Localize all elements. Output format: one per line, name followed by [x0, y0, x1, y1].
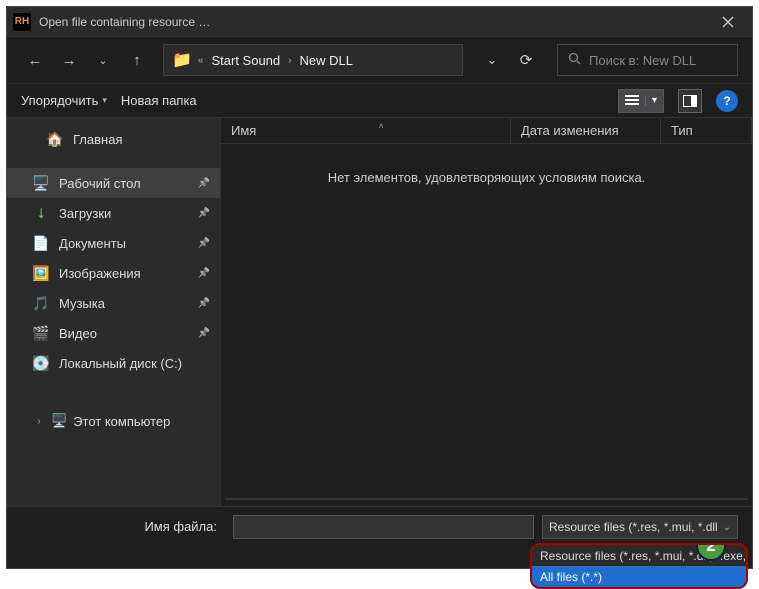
home-icon: 🏠 [47, 131, 63, 148]
sidebar-item-documents[interactable]: 📄 Документы [7, 228, 220, 258]
sidebar-item-videos[interactable]: 🎬 Видео [7, 318, 220, 348]
divider [225, 498, 748, 500]
toolbar: Упорядочить▾ Новая папка ▾ ? [7, 83, 752, 117]
forward-button[interactable]: → [55, 46, 83, 74]
close-button[interactable] [708, 8, 748, 36]
file-open-dialog: RH Open file containing resource … ← → ⌄… [6, 6, 753, 569]
search-placeholder: Поиск в: New DLL [589, 53, 696, 68]
sidebar-item-label: Документы [59, 236, 126, 251]
column-header-name[interactable]: Имя ˄ [221, 118, 511, 143]
recent-locations-button[interactable]: ⌄ [89, 46, 117, 74]
organize-button[interactable]: Упорядочить▾ [21, 93, 107, 108]
sidebar-item-label: Рабочий стол [59, 176, 141, 191]
filetype-combobox[interactable]: Resource files (*.res, *.mui, *.dll ⌄ [542, 515, 738, 539]
sidebar-item-label: Главная [73, 132, 122, 147]
chevron-down-icon: ⌄ [723, 522, 731, 533]
sidebar-item-label: Видео [59, 326, 97, 341]
sidebar-item-label: Локальный диск (C:) [59, 356, 182, 371]
sort-caret-icon: ˄ [379, 121, 384, 131]
sidebar-item-desktop[interactable]: 🖥️ Рабочий стол [7, 168, 220, 198]
filename-input[interactable] [233, 515, 534, 539]
desktop-icon: 🖥️ [33, 175, 49, 192]
chevron-right-icon: › [288, 55, 291, 66]
music-icon: 🎵 [33, 295, 49, 312]
sidebar-item-downloads[interactable]: ⭣ Загрузки [7, 198, 220, 228]
address-dropdown-button[interactable]: ⌄ [479, 44, 505, 76]
pin-icon [198, 237, 210, 249]
preview-pane-button[interactable] [678, 89, 702, 113]
back-button[interactable]: ← [21, 46, 49, 74]
pin-icon [198, 177, 210, 189]
app-icon: RH [13, 13, 31, 31]
sidebar: 🏠 Главная 🖥️ Рабочий стол ⭣ Загрузки 📄 Д… [7, 118, 221, 506]
sidebar-item-home[interactable]: 🏠 Главная [7, 124, 220, 154]
chevron-down-icon: ▾ [645, 95, 663, 106]
address-bar[interactable]: 📁 « Start Sound › New DLL [163, 44, 463, 76]
search-input[interactable]: Поиск в: New DLL [557, 44, 738, 76]
filename-label: Имя файла: [21, 515, 225, 539]
pictures-icon: 🖼️ [33, 265, 49, 282]
download-icon: ⭣ [33, 205, 49, 222]
file-list-area: Имя ˄ Дата изменения Тип Нет элементов, … [221, 118, 752, 506]
pin-icon [198, 327, 210, 339]
refresh-button[interactable]: ⟳ [513, 44, 539, 76]
new-folder-button[interactable]: Новая папка [121, 93, 197, 108]
drive-icon: 💽 [33, 355, 49, 372]
filetype-dropdown: 2 Resource files (*.res, *.mui, *.dll, *… [530, 543, 748, 589]
footer: Имя файла: Resource files (*.res, *.mui,… [7, 506, 752, 568]
chevron-right-icon: › [33, 416, 45, 427]
sidebar-item-label: Музыка [59, 296, 105, 311]
computer-icon: 🖥️ [51, 413, 67, 429]
sidebar-item-music[interactable]: 🎵 Музыка [7, 288, 220, 318]
sidebar-item-label: Изображения [59, 266, 141, 281]
list-icon [619, 95, 645, 107]
sidebar-item-label: Этот компьютер [73, 414, 170, 429]
column-header-date[interactable]: Дата изменения [511, 118, 661, 143]
navbar: ← → ⌄ ↑ 📁 « Start Sound › New DLL ⌄ ⟳ По… [7, 37, 752, 83]
filetype-selected-text: Resource files (*.res, *.mui, *.dll [549, 520, 718, 534]
column-header-row: Имя ˄ Дата изменения Тип [221, 118, 752, 144]
titlebar: RH Open file containing resource … [7, 7, 752, 37]
sidebar-item-pictures[interactable]: 🖼️ Изображения [7, 258, 220, 288]
help-button[interactable]: ? [716, 90, 738, 112]
up-button[interactable]: ↑ [123, 46, 151, 74]
sidebar-item-label: Загрузки [59, 206, 111, 221]
breadcrumb-prefix-icon: « [198, 55, 204, 66]
sidebar-item-computer[interactable]: › 🖥️ Этот компьютер [7, 406, 220, 436]
sidebar-item-local-disk[interactable]: 💽 Локальный диск (C:) [7, 348, 220, 378]
search-icon [568, 52, 581, 68]
breadcrumb-segment[interactable]: Start Sound [209, 53, 282, 68]
pin-icon [198, 267, 210, 279]
video-icon: 🎬 [33, 325, 49, 342]
document-icon: 📄 [33, 235, 49, 252]
pin-icon [198, 297, 210, 309]
window-title: Open file containing resource … [39, 15, 210, 29]
column-header-type[interactable]: Тип [661, 118, 752, 143]
folder-icon: 📁 [172, 50, 192, 70]
pin-icon [198, 207, 210, 219]
view-mode-button[interactable]: ▾ [618, 89, 664, 113]
empty-list-message: Нет элементов, удовлетворяющих условиям … [221, 170, 752, 185]
breadcrumb-segment[interactable]: New DLL [297, 53, 354, 68]
filetype-option[interactable]: All files (*.*) [532, 566, 746, 587]
